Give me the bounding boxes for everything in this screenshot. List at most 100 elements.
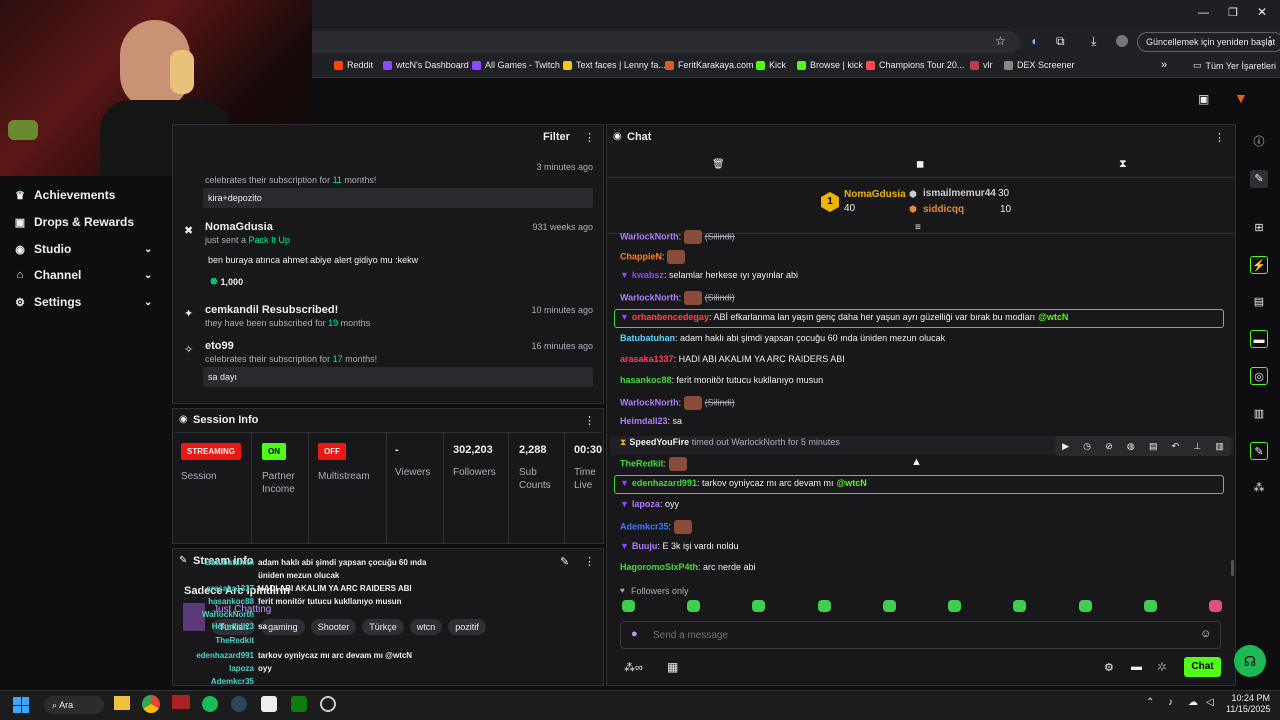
app-icon[interactable] [320, 696, 336, 712]
xbox-icon[interactable] [291, 696, 307, 712]
play-icon[interactable]: ▶ [1062, 441, 1069, 452]
support-fab-icon[interactable]: ☊ [1234, 645, 1266, 677]
spotify-icon[interactable] [202, 696, 218, 712]
chat-message[interactable]: TheRedkit: [620, 457, 690, 471]
chat-message[interactable]: ▼ lapoza: oyy [620, 499, 679, 509]
steam-icon[interactable] [231, 696, 247, 712]
chat-username[interactable]: hasankoc88 [620, 375, 672, 385]
hide-icon[interactable]: ⊘ [1105, 441, 1113, 452]
pin-icon[interactable]: ⊥ [1193, 441, 1201, 452]
chat-bubble-icon[interactable]: ▬ [1250, 330, 1268, 348]
clock[interactable]: 10:24 PM 11/15/2025 [1226, 693, 1270, 715]
emote-picker-icon[interactable] [948, 600, 962, 612]
app-icon[interactable] [172, 695, 190, 709]
minimize-icon[interactable]: — [1198, 7, 1209, 19]
chat-message[interactable]: ▼ kwabsz: selamlar herkese ıyı yayınlar a… [620, 270, 798, 280]
chat-message[interactable]: HagoromoSixP4th: arc nerde abi [620, 562, 756, 572]
session-menu-icon[interactable]: ⋮ [584, 414, 595, 427]
chat-message[interactable]: Ademkcr35: [620, 520, 695, 534]
nav-item-settings[interactable]: ⚙ Settings ⌄ [14, 295, 164, 309]
chat-username[interactable]: ChappieN [620, 251, 662, 261]
chat-tab-icon[interactable]: ◼ [916, 159, 924, 170]
mic-tray-icon[interactable]: ♪ [1168, 697, 1173, 708]
bookmark-item[interactable]: wtcN's Dashboard [383, 60, 469, 70]
stream-tag[interactable]: pozitif [448, 619, 486, 635]
stream-tag[interactable]: wtcn [409, 619, 443, 635]
reply-icon[interactable]: ↶ [1172, 441, 1180, 452]
stream-tag[interactable]: Türkçe [362, 619, 404, 635]
emote-picker-icon[interactable] [1208, 600, 1222, 612]
chat-username[interactable]: Ademkcr35 [620, 521, 669, 531]
bookmark-item[interactable]: Champions Tour 20... [866, 60, 964, 70]
download-icon[interactable]: ⤓ [1091, 34, 1096, 49]
bolt-icon[interactable]: ⚡ [1250, 256, 1268, 274]
emote-picker-icon[interactable] [752, 600, 766, 612]
nav-item-drops-rewards[interactable]: ▣ Drops & Rewards [14, 215, 164, 229]
chevron-down-icon[interactable]: ⌄ [144, 297, 152, 308]
file-explorer-icon[interactable] [114, 696, 130, 710]
all-bookmarks[interactable]: ▭ Tüm Yer İşaretleri [1193, 60, 1276, 71]
chat-message[interactable]: ▼ orhanbencedegay: ABİ efkarlanma lan yaş… [620, 312, 1068, 322]
pen-icon[interactable]: ✎ [1250, 170, 1268, 188]
chat-message[interactable]: ChappieN: [620, 250, 688, 264]
bookmark-item[interactable]: Reddit [334, 60, 373, 70]
chat-username[interactable]: WarlockNorth [620, 292, 679, 302]
emoji-icon[interactable]: ☺ [1200, 628, 1211, 640]
chat-message[interactable]: Heimdall23: sa [620, 416, 682, 426]
copy-icon[interactable]: ▤ [1149, 441, 1158, 452]
chat-username[interactable]: WarlockNorth [620, 397, 679, 407]
chat-mention[interactable]: @wtcN [837, 478, 867, 488]
browser-menu-icon[interactable]: ⋮ [1264, 34, 1276, 48]
chat-message[interactable]: hasankoc88: ferit monitör tutucu kukllan… [620, 375, 823, 385]
chat-username[interactable]: HagoromoSixP4th [620, 562, 698, 572]
logo-icon[interactable]: ▼ [1234, 90, 1248, 106]
chat-username[interactable]: TheRedkit [620, 458, 664, 468]
multistream-badge[interactable]: OFF [318, 443, 346, 460]
network-icon[interactable]: ☁ [1188, 697, 1198, 708]
chat-menu-icon[interactable]: ⋮ [1214, 131, 1225, 144]
collapse-icon[interactable]: ≡ [915, 222, 921, 233]
chat-scrollbar[interactable] [1231, 560, 1234, 576]
emote-picker-icon[interactable] [817, 600, 831, 612]
maximize-icon[interactable]: ❐ [1228, 6, 1238, 19]
bookmark-item[interactable]: Kick [756, 60, 786, 70]
chat-message[interactable]: WarlockNorth: (Silindi) [620, 291, 735, 305]
bookmark-item[interactable]: All Games - Twitch [472, 60, 560, 70]
partner-badge[interactable]: ON [262, 443, 286, 460]
chevron-down-icon[interactable]: ⌄ [144, 270, 152, 281]
chat-message[interactable]: ▼ Buuju: E 3k işi vardı noldu [620, 541, 738, 551]
chat-username[interactable]: arasaka1337 [620, 354, 674, 364]
chat-bubble-icon[interactable]: ▬ [1131, 661, 1142, 673]
chat-message[interactable]: Batubatuhan: adam haklı abi şimdi yapsan… [620, 333, 945, 343]
volume-icon[interactable]: ◁ [1206, 697, 1214, 708]
bookmark-item[interactable]: DEX Screener [1004, 60, 1075, 70]
taskbar-search[interactable]: ⌕ Ara [44, 696, 104, 714]
channel-points-icon[interactable]: ⁂∞ [624, 661, 643, 674]
bookmark-item[interactable]: Text faces | Lenny fa... [563, 60, 666, 70]
emote-picker-icon[interactable] [1013, 600, 1027, 612]
chat-username[interactable]: edenhazard991 [632, 478, 697, 488]
emote-picker-icon[interactable] [1078, 600, 1092, 612]
chat-username[interactable]: Heimdall23 [620, 416, 668, 426]
chat-mention[interactable]: @wtcN [1038, 312, 1068, 322]
chat-message[interactable]: WarlockNorth: (Silindi) [620, 230, 735, 244]
store-icon[interactable]: ▦ [667, 660, 678, 674]
chat-send-button[interactable]: Chat [1184, 657, 1221, 677]
bookmark-item[interactable]: FeritKarakaya.com [665, 60, 754, 70]
restart-update-button[interactable]: Güncellemek için yeniden başlat [1137, 32, 1280, 52]
info-icon[interactable]: ⓘ [1250, 133, 1268, 151]
close-icon[interactable]: ✕ [1257, 5, 1267, 19]
edit-icon[interactable]: ✎ [560, 555, 569, 568]
cast-icon[interactable]: ◖ [1030, 34, 1037, 48]
chat-username[interactable]: Buuju [632, 541, 658, 551]
stream-tag[interactable]: gaming [261, 619, 305, 635]
bookmark-item[interactable]: vlr [970, 60, 993, 70]
broadcast-icon[interactable]: ◎ [1250, 367, 1268, 385]
chat-username[interactable]: kwabsz [632, 270, 664, 280]
url-input[interactable]: ☆ [300, 31, 1020, 53]
obs-icon[interactable] [261, 696, 277, 712]
printer-icon[interactable]: ▥ [1250, 405, 1268, 423]
chat-input-box[interactable]: ● ☺ [620, 621, 1221, 649]
nav-item-achievements[interactable]: ♛ Achievements [14, 188, 164, 202]
microphone-icon[interactable]: ● [631, 628, 638, 640]
